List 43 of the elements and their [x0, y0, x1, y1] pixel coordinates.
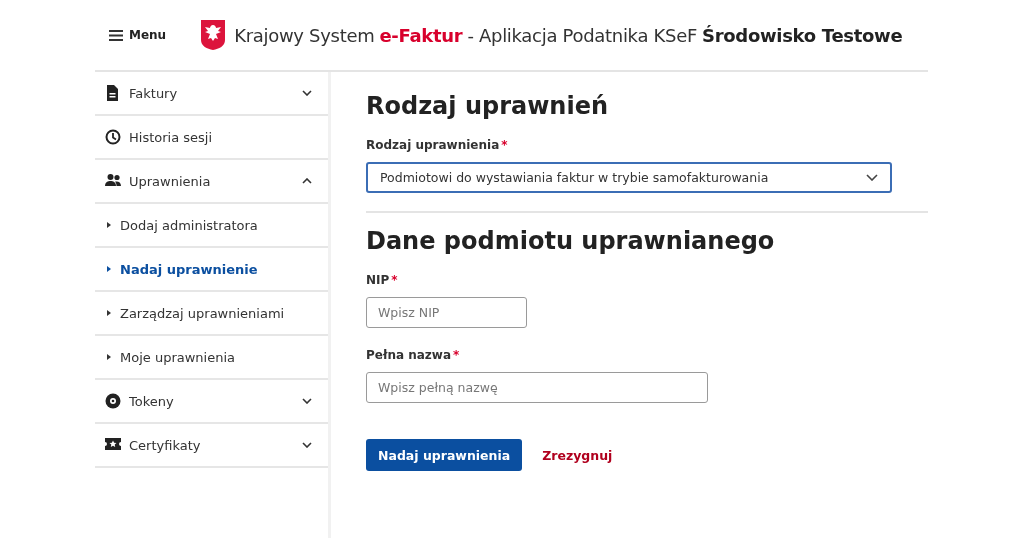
- field-label: Pełna nazwa: [366, 348, 451, 362]
- submit-button[interactable]: Nadaj uprawnienia: [366, 439, 523, 471]
- title-text: - Aplikacja Podatnika KSeF: [467, 24, 697, 46]
- submenu-item[interactable]: Zarządzaj uprawnieniami: [95, 292, 328, 336]
- people-icon: [105, 173, 121, 189]
- submenu-item[interactable]: Dodaj administratora: [95, 204, 328, 248]
- sidebar-item[interactable]: Certyfikaty: [95, 424, 328, 468]
- required-mark: *: [453, 348, 460, 362]
- title-text: Środowisko Testowe: [702, 24, 903, 46]
- sidebar-item[interactable]: Uprawnienia: [95, 160, 328, 204]
- chevron-down-icon: [302, 90, 312, 96]
- field-label: NIP: [366, 273, 390, 287]
- submenu-item[interactable]: Nadaj uprawnienie: [95, 248, 328, 292]
- select-field[interactable]: Podmiotowi do wystawiania faktur w trybie samofakturowania: [366, 162, 892, 193]
- bullet-icon: [107, 354, 111, 360]
- sidebar-item[interactable]: Faktury: [95, 72, 328, 116]
- input-field[interactable]: Wpisz NIP: [366, 297, 527, 328]
- emblem-icon: [200, 19, 227, 51]
- chevron-down-icon: [302, 442, 312, 448]
- chevron-up-icon: [302, 178, 312, 184]
- ticket-icon: [105, 437, 121, 453]
- menu-button[interactable]: Menu: [95, 28, 167, 42]
- document-icon: [105, 85, 121, 101]
- input-field[interactable]: Wpisz pełną nazwę: [366, 372, 708, 403]
- title-text: Krajowy System: [234, 24, 375, 46]
- sidebar-item[interactable]: Historia sesji: [95, 116, 328, 160]
- title-text: e-Faktur: [379, 24, 463, 46]
- chevron-down-icon: [302, 398, 312, 404]
- submenu-item[interactable]: Moje uprawnienia: [95, 336, 328, 380]
- sidebar-item[interactable]: Tokeny: [95, 380, 328, 424]
- menu-icon: [109, 29, 123, 41]
- section-heading: Dane podmiotu uprawnianego: [366, 227, 776, 255]
- clock-icon: [105, 129, 121, 145]
- chevron-down-icon: [866, 174, 878, 181]
- bullet-icon: [107, 222, 111, 228]
- required-mark: *: [391, 273, 398, 287]
- bullet-icon: [107, 266, 111, 272]
- field-label: Rodzaj uprawnienia: [366, 138, 500, 152]
- required-mark: *: [501, 138, 508, 152]
- disc-icon: [105, 393, 121, 409]
- cancel-link[interactable]: Zrezygnuj: [542, 447, 613, 463]
- bullet-icon: [107, 310, 111, 316]
- section-heading: Rodzaj uprawnień: [366, 92, 610, 120]
